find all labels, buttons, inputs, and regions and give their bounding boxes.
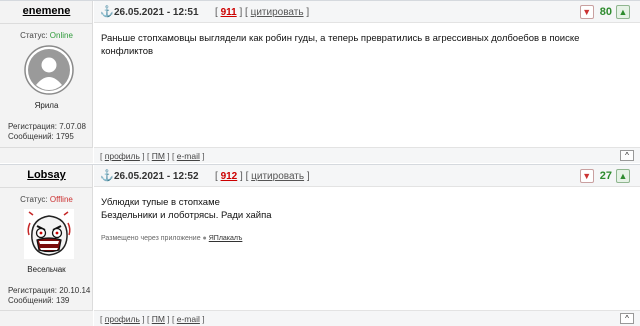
quote-link[interactable]: цитировать: [251, 171, 304, 182]
post-text-line: Бездельники и лоботрясы. Ради хайпа: [101, 210, 272, 221]
thumb-up-icon[interactable]: ▲: [616, 5, 630, 19]
anchor-icon[interactable]: ⚓: [100, 5, 114, 18]
app-link[interactable]: ЯПлакалъ: [209, 235, 243, 242]
post-text-line: Ублюдки тупые в стопхаме: [101, 197, 220, 208]
status-label: Статус:: [20, 195, 50, 204]
email-link[interactable]: e-mail: [177, 314, 200, 324]
anchor-icon[interactable]: ⚓: [100, 169, 114, 182]
sidebar-footer: [0, 147, 93, 163]
sidebar-footer: [0, 310, 93, 326]
post-text: Раньше стопхамовцы выглядели как робин г…: [101, 33, 580, 57]
pm-link[interactable]: ПМ: [152, 151, 165, 161]
email-link[interactable]: e-mail: [177, 151, 200, 161]
post-meta: [ 912 ] [ цитировать ]: [215, 171, 310, 182]
user-rank: Весельчак: [27, 265, 66, 274]
post-number-link[interactable]: 912: [221, 171, 238, 182]
user-stats: Регистрация: 7.07.08 Сообщений: 1795: [8, 122, 86, 142]
post-body: ⚓ 26.05.2021 - 12:52 [ 912 ] [ цитироват…: [94, 165, 640, 326]
post-footer: [ профиль ] [ ПМ ] [ e-mail ] ^: [94, 147, 640, 163]
profile-link[interactable]: профиль: [105, 314, 140, 324]
post-header: ⚓ 26.05.2021 - 12:51 [ 911 ] [ цитироват…: [94, 1, 640, 23]
app-icon: ●: [202, 235, 207, 242]
thumb-up-icon[interactable]: ▲: [616, 169, 630, 183]
rage-face-avatar[interactable]: [24, 209, 74, 259]
user-status: Статус: Offline: [0, 195, 93, 204]
post-footer: [ профиль ] [ ПМ ] [ e-mail ] ^: [94, 310, 640, 326]
vote-box: ▼ 27 ▲: [579, 168, 630, 184]
user-stats: Регистрация: 20.10.14 Сообщений: 139: [8, 286, 90, 306]
user-sidebar: enemene Статус: Online Ярила Регистрация…: [0, 1, 93, 163]
pm-link[interactable]: ПМ: [152, 314, 165, 324]
status-value: Online: [49, 31, 73, 40]
post-body: ⚓ 26.05.2021 - 12:51 [ 911 ] [ цитироват…: [94, 1, 640, 163]
message-count: Сообщений: 139: [8, 296, 70, 305]
registration-date: Регистрация: 7.07.08: [8, 122, 86, 131]
thumb-down-icon[interactable]: ▼: [579, 169, 594, 183]
forum-thread: enemene Статус: Online Ярила Регистрация…: [0, 0, 640, 326]
posted-via-app: Размещено через приложение ● ЯПлакалъ: [101, 235, 242, 242]
via-label: Размещено через приложение: [101, 235, 201, 242]
scroll-top-button[interactable]: ^: [620, 313, 634, 324]
post-header: ⚓ 26.05.2021 - 12:52 [ 912 ] [ цитироват…: [94, 165, 640, 187]
profile-link[interactable]: профиль: [105, 151, 140, 161]
username-link[interactable]: Lobsay: [0, 169, 93, 187]
footer-links: [ профиль ] [ ПМ ] [ e-mail ]: [100, 314, 205, 324]
message-count: Сообщений: 1795: [8, 132, 74, 141]
default-avatar-icon[interactable]: [24, 45, 74, 95]
post-text: Ублюдки тупые в стопхаме Бездельники и л…: [101, 196, 630, 222]
username-link[interactable]: enemene: [0, 5, 93, 23]
post: enemene Статус: Online Ярила Регистрация…: [0, 0, 640, 163]
post-date: 26.05.2021 - 12:51: [114, 7, 199, 18]
post: Lobsay Статус: Offline Весельчак Регистр…: [0, 164, 640, 326]
quote-link[interactable]: цитировать: [251, 7, 304, 18]
status-value: Offline: [49, 195, 73, 204]
user-status: Статус: Online: [0, 31, 93, 40]
vote-box: ▼ 80 ▲: [579, 4, 630, 20]
post-score: 27: [599, 170, 612, 182]
post-number-link[interactable]: 911: [221, 7, 237, 18]
status-label: Статус:: [20, 31, 50, 40]
user-rank: Ярила: [34, 101, 59, 110]
post-date: 26.05.2021 - 12:52: [114, 171, 199, 182]
post-score: 80: [599, 6, 612, 18]
divider: [0, 23, 93, 24]
registration-date: Регистрация: 20.10.14: [8, 286, 91, 295]
scroll-top-button[interactable]: ^: [620, 150, 634, 161]
user-sidebar: Lobsay Статус: Offline Весельчак Регистр…: [0, 165, 93, 326]
footer-links: [ профиль ] [ ПМ ] [ e-mail ]: [100, 151, 205, 161]
thumb-down-icon[interactable]: ▼: [579, 5, 594, 19]
divider: [0, 187, 93, 188]
post-meta: [ 911 ] [ цитировать ]: [215, 7, 310, 18]
